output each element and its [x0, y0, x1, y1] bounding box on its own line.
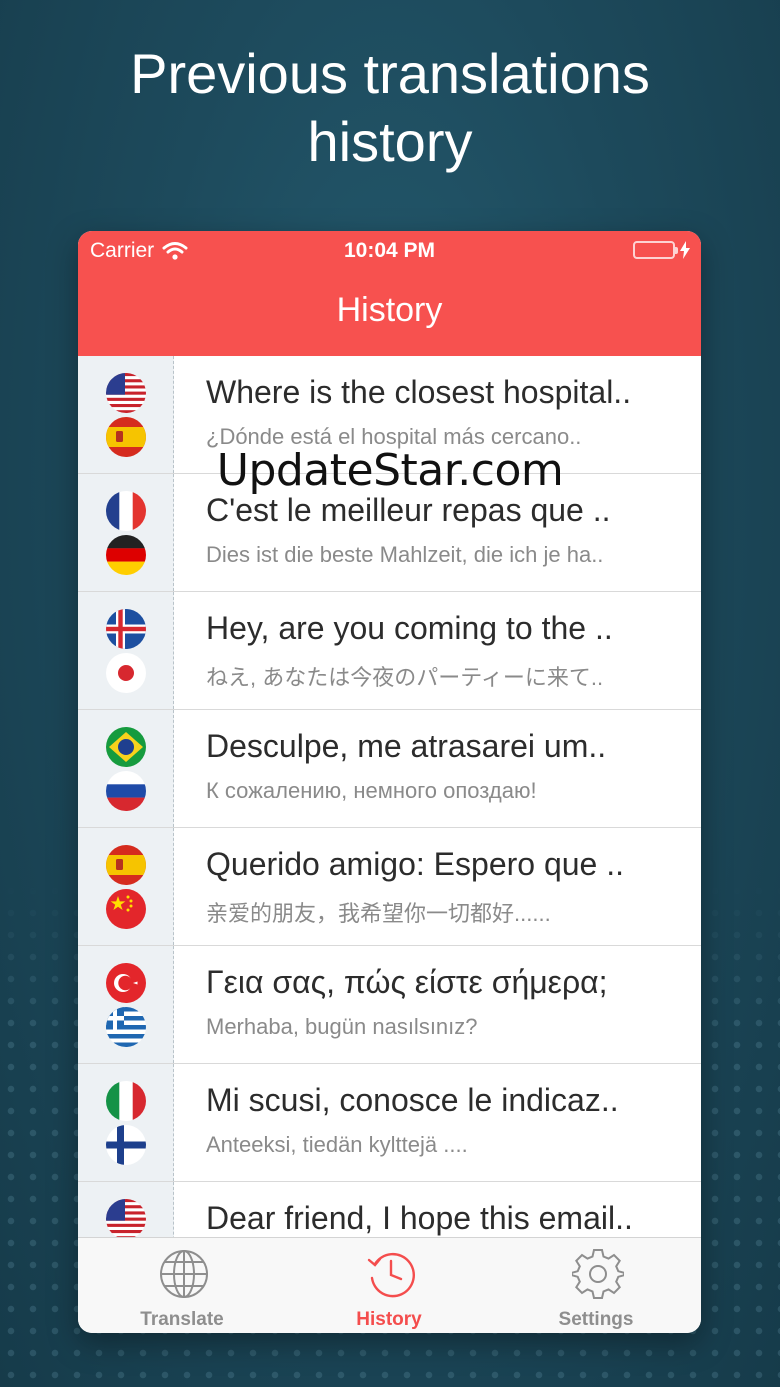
- tab-settings-label: Settings: [558, 1309, 634, 1330]
- turkey-flag-icon: [106, 963, 146, 1003]
- history-row[interactable]: Hey, are you coming to the .. ねえ, あなたは今夜…: [78, 592, 701, 710]
- translated-text: Anteeksi, tiedän kylttejä ....: [206, 1132, 468, 1157]
- headline-line-2: history: [307, 110, 473, 173]
- finland-flag-icon: [106, 1125, 146, 1165]
- history-row[interactable]: Dear friend, I hope this email..: [78, 1182, 701, 1238]
- page-title: History: [336, 291, 443, 329]
- greece-flag-icon: [106, 1007, 146, 1047]
- history-row[interactable]: Γεια σας, πώς είστε σήμερα; Merhaba, bug…: [78, 946, 701, 1064]
- language-pair: [78, 828, 174, 945]
- tab-history-label: History: [356, 1309, 422, 1330]
- source-text: Dear friend, I hope this email..: [206, 1200, 633, 1236]
- language-pair: [78, 1064, 174, 1181]
- battery-indicator: [633, 241, 691, 259]
- source-text: Where is the closest hospital..: [206, 374, 632, 410]
- iceland-flag-icon: [106, 609, 146, 649]
- spain-flag-icon: [106, 845, 146, 885]
- japan-flag-icon: [106, 653, 146, 693]
- translated-text: ねえ, あなたは今夜のパーティーに来て..: [206, 665, 604, 690]
- brazil-flag-icon: [106, 727, 146, 767]
- source-text: Mi scusi, conosce le indicaz..: [206, 1082, 619, 1118]
- language-pair: [78, 946, 174, 1063]
- phone-screen: Carrier 10:04 PM History Where is the cl…: [78, 231, 701, 1333]
- usa-flag-icon: [106, 1199, 146, 1238]
- tab-translate-label: Translate: [140, 1309, 224, 1330]
- source-text: Querido amigo: Espero que ..: [206, 846, 625, 882]
- tab-settings[interactable]: Settings: [496, 1238, 696, 1333]
- source-text: Hey, are you coming to the ..: [206, 610, 613, 646]
- history-row[interactable]: Desculpe, me atrasarei um.. К сожалению,…: [78, 710, 701, 828]
- source-text: Γεια σας, πώς είστε σήμερα;: [206, 964, 608, 1000]
- headline-line-1: Previous translations: [130, 42, 650, 105]
- tab-translate[interactable]: Translate: [82, 1238, 282, 1333]
- watermark-text: UpdateStar.com: [216, 445, 564, 496]
- history-row[interactable]: Mi scusi, conosce le indicaz.. Anteeksi,…: [78, 1064, 701, 1182]
- italy-flag-icon: [106, 1081, 146, 1121]
- battery-icon: [633, 241, 678, 259]
- charging-bolt-icon: [680, 241, 690, 259]
- gear-icon: [572, 1249, 624, 1299]
- translated-text: К сожалению, немного опоздаю!: [206, 778, 537, 803]
- russia-flag-icon: [106, 771, 146, 811]
- spain-flag-icon: [106, 417, 146, 457]
- translated-text: 亲爱的朋友，我希望你一切都好......: [206, 901, 551, 926]
- language-pair: [78, 1182, 174, 1238]
- clock-history-icon: [367, 1252, 415, 1298]
- translated-text: Dies ist die beste Mahlzeit, die ich je …: [206, 542, 604, 567]
- status-time: 10:04 PM: [343, 239, 436, 262]
- page-headline: Previous translations history: [0, 40, 780, 176]
- france-flag-icon: [106, 491, 146, 531]
- china-flag-icon: [106, 889, 146, 929]
- translated-text: Merhaba, bugün nasılsınız?: [206, 1014, 478, 1039]
- globe-icon: [160, 1250, 208, 1298]
- tab-history[interactable]: History: [289, 1238, 489, 1333]
- top-bar: Carrier 10:04 PM History: [78, 231, 701, 356]
- language-pair: [78, 710, 174, 827]
- source-text: C'est le meilleur repas que ..: [206, 492, 611, 528]
- usa-flag-icon: [106, 373, 146, 413]
- language-pair: [78, 592, 174, 709]
- germany-flag-icon: [106, 535, 146, 575]
- history-row[interactable]: Querido amigo: Espero que .. 亲爱的朋友，我希望你一…: [78, 828, 701, 946]
- source-text: Desculpe, me atrasarei um..: [206, 728, 607, 764]
- tab-bar: Translate History Settings: [78, 1237, 701, 1333]
